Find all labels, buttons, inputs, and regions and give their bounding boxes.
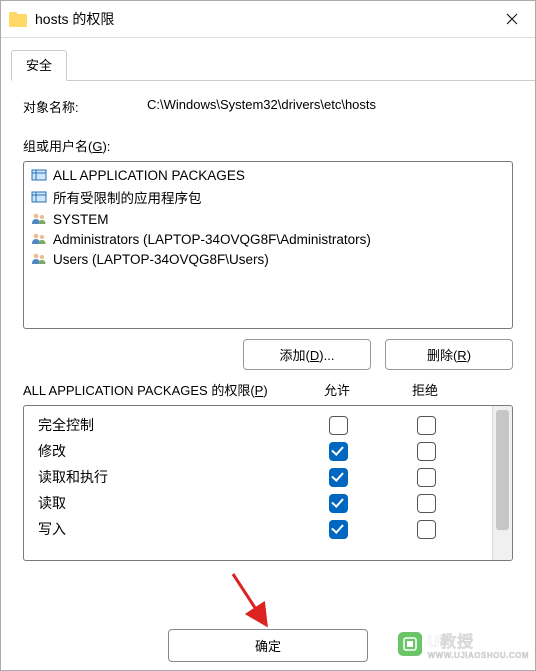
users-icon — [31, 231, 47, 247]
arrow-annotation-icon — [225, 570, 275, 630]
permission-row: 修改 — [24, 438, 492, 464]
add-button[interactable]: 添加(D)... — [243, 339, 371, 370]
deny-header: 拒绝 — [381, 380, 469, 399]
remove-button[interactable]: 删除(R) — [385, 339, 513, 370]
permission-row: 完全控制 — [24, 412, 492, 438]
titlebar: hosts 的权限 — [1, 1, 535, 38]
principal-item[interactable]: Administrators (LAPTOP-34OVQG8F\Administ… — [28, 229, 508, 249]
principal-item[interactable]: SYSTEM — [28, 209, 508, 229]
principals-listbox[interactable]: ALL APPLICATION PACKAGES 所有受限制的应用程序包 SYSTE… — [23, 161, 513, 329]
watermark: U教授 WWW.UJIAOSHOU.COM — [398, 628, 529, 660]
deny-checkbox[interactable] — [417, 468, 436, 487]
permission-row: 读取和执行 — [24, 464, 492, 490]
allow-checkbox[interactable] — [329, 442, 348, 461]
deny-checkbox[interactable] — [417, 416, 436, 435]
permissions-scrollbar[interactable] — [492, 406, 512, 560]
ok-button[interactable]: 确定 — [168, 629, 368, 662]
principal-item[interactable]: 所有受限制的应用程序包 — [28, 185, 508, 209]
deny-checkbox[interactable] — [417, 520, 436, 539]
permission-row: 写入 — [24, 516, 492, 542]
permissions-listbox[interactable]: 完全控制修改读取和执行读取写入 — [23, 405, 513, 561]
package-icon — [31, 189, 47, 205]
deny-checkbox[interactable] — [417, 494, 436, 513]
watermark-icon — [398, 632, 422, 656]
watermark-text: U教授 WWW.UJIAOSHOU.COM — [428, 628, 529, 660]
permission-name: 完全控制 — [38, 415, 294, 435]
object-name-row: 对象名称: C:\Windows\System32\drivers\etc\ho… — [23, 97, 513, 116]
allow-checkbox[interactable] — [329, 468, 348, 487]
principal-item[interactable]: ALL APPLICATION PACKAGES — [28, 165, 508, 185]
allow-checkbox[interactable] — [329, 494, 348, 513]
users-icon — [31, 211, 47, 227]
allow-checkbox[interactable] — [329, 520, 348, 539]
principal-name: SYSTEM — [53, 212, 109, 227]
permissions-for-label: ALL APPLICATION PACKAGES 的权限(P) — [23, 380, 293, 399]
tab-strip: 安全 — [1, 38, 535, 81]
permission-name: 读取和执行 — [38, 467, 294, 487]
permissions-dialog: hosts 的权限 安全 对象名称: C:\Windows\System32\d… — [0, 0, 536, 671]
close-button[interactable] — [489, 1, 535, 37]
principal-item[interactable]: Users (LAPTOP-34OVQG8F\Users) — [28, 249, 508, 269]
object-name-value: C:\Windows\System32\drivers\etc\hosts — [147, 97, 513, 116]
tab-security[interactable]: 安全 — [11, 50, 67, 81]
allow-checkbox[interactable] — [329, 416, 348, 435]
principal-name: Administrators (LAPTOP-34OVQG8F\Administ… — [53, 232, 371, 247]
principal-name: ALL APPLICATION PACKAGES — [53, 168, 245, 183]
window-title: hosts 的权限 — [35, 9, 114, 29]
permission-name: 读取 — [38, 493, 294, 513]
users-icon — [31, 251, 47, 267]
permission-name: 写入 — [38, 519, 294, 539]
allow-header: 允许 — [293, 380, 381, 399]
scrollbar-thumb[interactable] — [496, 410, 509, 530]
folder-icon — [9, 12, 27, 27]
principals-label: 组或用户名(G): — [23, 136, 513, 155]
permission-row: 读取 — [24, 490, 492, 516]
permissions-header: ALL APPLICATION PACKAGES 的权限(P) 允许 拒绝 — [23, 380, 513, 399]
package-icon — [31, 167, 47, 183]
principal-name: 所有受限制的应用程序包 — [53, 187, 202, 207]
principal-name: Users (LAPTOP-34OVQG8F\Users) — [53, 252, 269, 267]
permission-name: 修改 — [38, 441, 294, 461]
object-name-label: 对象名称: — [23, 97, 147, 116]
deny-checkbox[interactable] — [417, 442, 436, 461]
close-icon — [506, 13, 518, 25]
